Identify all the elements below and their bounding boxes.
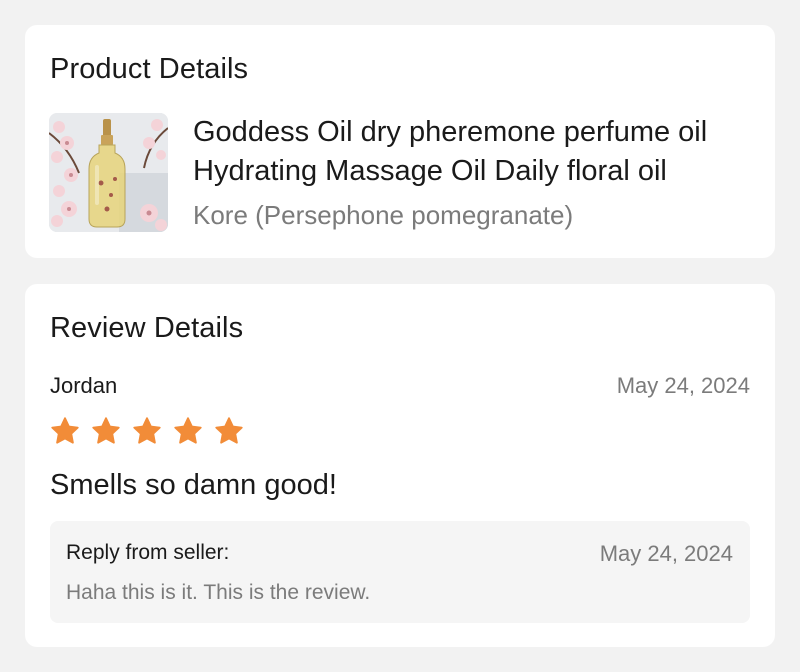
review-details-card: Review Details Jordan May 24, 2024 Smell… [25,284,775,647]
reply-text: Haha this is it. This is the review. [66,581,371,604]
star-icon [91,416,121,446]
review-text: Smells so damn good! [50,469,337,501]
product-name[interactable]: Goddess Oil dry pheremone perfume oil Hy… [193,113,753,191]
product-variant: Kore (Persephone pomegranate) [193,200,574,230]
seller-reply: Reply from seller: May 24, 2024 Haha thi… [50,521,750,623]
product-thumbnail[interactable] [49,113,168,232]
reviewer-name: Jordan [50,373,118,398]
star-icon [214,416,244,446]
star-icon [50,416,80,446]
reply-date: May 24, 2024 [599,541,733,566]
star-icon [132,416,162,446]
star-icon [173,416,203,446]
perfume-bottle-icon [49,113,168,232]
product-details-card: Product Details Goddess Oil dry pheremon… [25,25,775,258]
reply-label: Reply from seller: [66,541,230,564]
review-details-title: Review Details [50,312,244,344]
product-details-title: Product Details [50,53,249,85]
star-rating [50,416,244,446]
review-date: May 24, 2024 [616,373,750,398]
